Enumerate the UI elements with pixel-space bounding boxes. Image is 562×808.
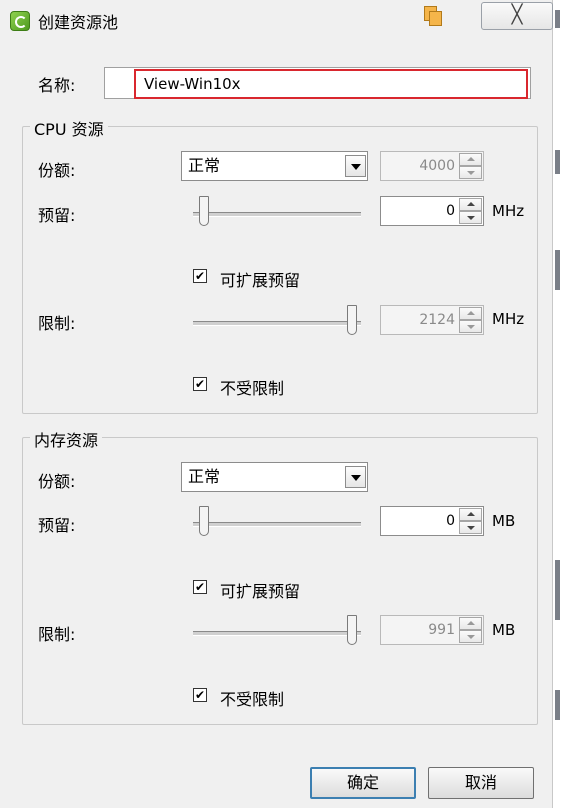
slider-track: [193, 522, 361, 527]
cpu-limit-label: 限制:: [38, 314, 76, 333]
cpu-expandable-label[interactable]: 可扩展预留: [220, 267, 300, 291]
memory-limit-slider: [193, 615, 363, 649]
spin-down-icon[interactable]: [459, 211, 482, 224]
memory-limit-input: 991: [380, 615, 484, 645]
cpu-shares-label: 份额:: [38, 161, 76, 180]
background-edge-mark: [555, 10, 560, 28]
cpu-limit-input: 2124: [380, 305, 484, 335]
background-edge-mark: [555, 690, 560, 720]
title-bar[interactable]: 创建资源池 ╳: [0, 0, 553, 40]
slider-thumb: [347, 615, 357, 645]
spin-down-icon: [459, 630, 482, 643]
memory-limit-label: 限制:: [38, 625, 76, 644]
window-title: 创建资源池: [38, 13, 119, 32]
ok-button[interactable]: 确定: [310, 767, 416, 799]
cpu-shares-number: 4000: [380, 151, 484, 181]
cpu-reservation-input[interactable]: 0: [380, 196, 484, 226]
spin-up-icon[interactable]: [459, 198, 482, 211]
memory-reservation-label: 预留:: [38, 516, 76, 535]
slider-track: [193, 321, 361, 326]
checkmark-icon: ✔: [194, 269, 206, 283]
memory-reservation-input[interactable]: 0: [380, 506, 484, 536]
close-icon: ╳: [511, 4, 523, 25]
checkmark-icon: ✔: [194, 688, 206, 702]
spin-up-icon: [459, 617, 482, 630]
memory-reservation-value: 0: [446, 513, 455, 529]
memory-shares-label: 份额:: [38, 472, 76, 491]
memory-unlimited-label[interactable]: 不受限制: [220, 686, 284, 710]
memory-expandable-label[interactable]: 可扩展预留: [220, 578, 300, 602]
slider-thumb: [347, 305, 357, 335]
memory-expandable-checkbox[interactable]: ✔: [193, 580, 207, 594]
slider-track: [193, 631, 361, 636]
cpu-reservation-label: 预留:: [38, 206, 76, 225]
spin-down-icon: [459, 320, 482, 333]
cpu-resources-legend: CPU 资源: [30, 116, 108, 140]
background-edge-mark: [555, 150, 560, 174]
background-edge-mark: [555, 560, 560, 620]
cpu-reservation-unit: MHz: [492, 202, 525, 220]
cancel-button[interactable]: 取消: [428, 767, 534, 799]
memory-limit-unit: MB: [492, 621, 516, 639]
memory-reservation-slider[interactable]: [193, 506, 363, 540]
spin-up-icon: [459, 307, 482, 320]
cpu-shares-number-value: 4000: [419, 158, 455, 174]
slider-thumb[interactable]: [199, 196, 209, 226]
slider-thumb[interactable]: [199, 506, 209, 536]
cpu-expandable-checkbox[interactable]: ✔: [193, 269, 207, 283]
cpu-limit-unit: MHz: [492, 310, 525, 328]
checkmark-icon: ✔: [194, 377, 206, 391]
slider-track: [193, 212, 361, 217]
spin-up-icon: [459, 153, 482, 166]
memory-resources-legend: 内存资源: [30, 427, 103, 451]
cpu-shares-select[interactable]: 正常: [181, 151, 368, 181]
restore-window-icon[interactable]: [420, 4, 444, 28]
background-edge: [553, 0, 562, 808]
memory-shares-select[interactable]: 正常: [181, 462, 368, 492]
cpu-reservation-slider[interactable]: [193, 196, 363, 230]
background-edge-mark: [555, 250, 560, 290]
dropdown-arrow-icon[interactable]: [345, 155, 366, 177]
cpu-unlimited-checkbox[interactable]: ✔: [193, 377, 207, 391]
cpu-unlimited-label[interactable]: 不受限制: [220, 375, 284, 399]
name-label: 名称:: [38, 76, 76, 95]
create-resource-pool-dialog: 创建资源池 ╳ 名称: View-Win10x CPU 资源 份额: 正常 40…: [0, 0, 553, 808]
memory-shares-value: 正常: [188, 467, 221, 486]
spin-down-icon[interactable]: [459, 521, 482, 534]
cpu-limit-slider: [193, 305, 363, 339]
app-icon: [10, 11, 30, 31]
spin-down-icon: [459, 166, 482, 179]
memory-limit-value: 991: [428, 622, 455, 638]
cpu-limit-value: 2124: [419, 312, 455, 328]
checkmark-icon: ✔: [194, 580, 206, 594]
dropdown-arrow-icon[interactable]: [345, 466, 366, 488]
close-button[interactable]: ╳: [481, 2, 553, 30]
memory-reservation-unit: MB: [492, 512, 516, 530]
spin-up-icon[interactable]: [459, 508, 482, 521]
name-input[interactable]: View-Win10x: [134, 69, 528, 99]
cpu-reservation-value: 0: [446, 203, 455, 219]
cpu-shares-value: 正常: [188, 156, 221, 175]
memory-unlimited-checkbox[interactable]: ✔: [193, 688, 207, 702]
